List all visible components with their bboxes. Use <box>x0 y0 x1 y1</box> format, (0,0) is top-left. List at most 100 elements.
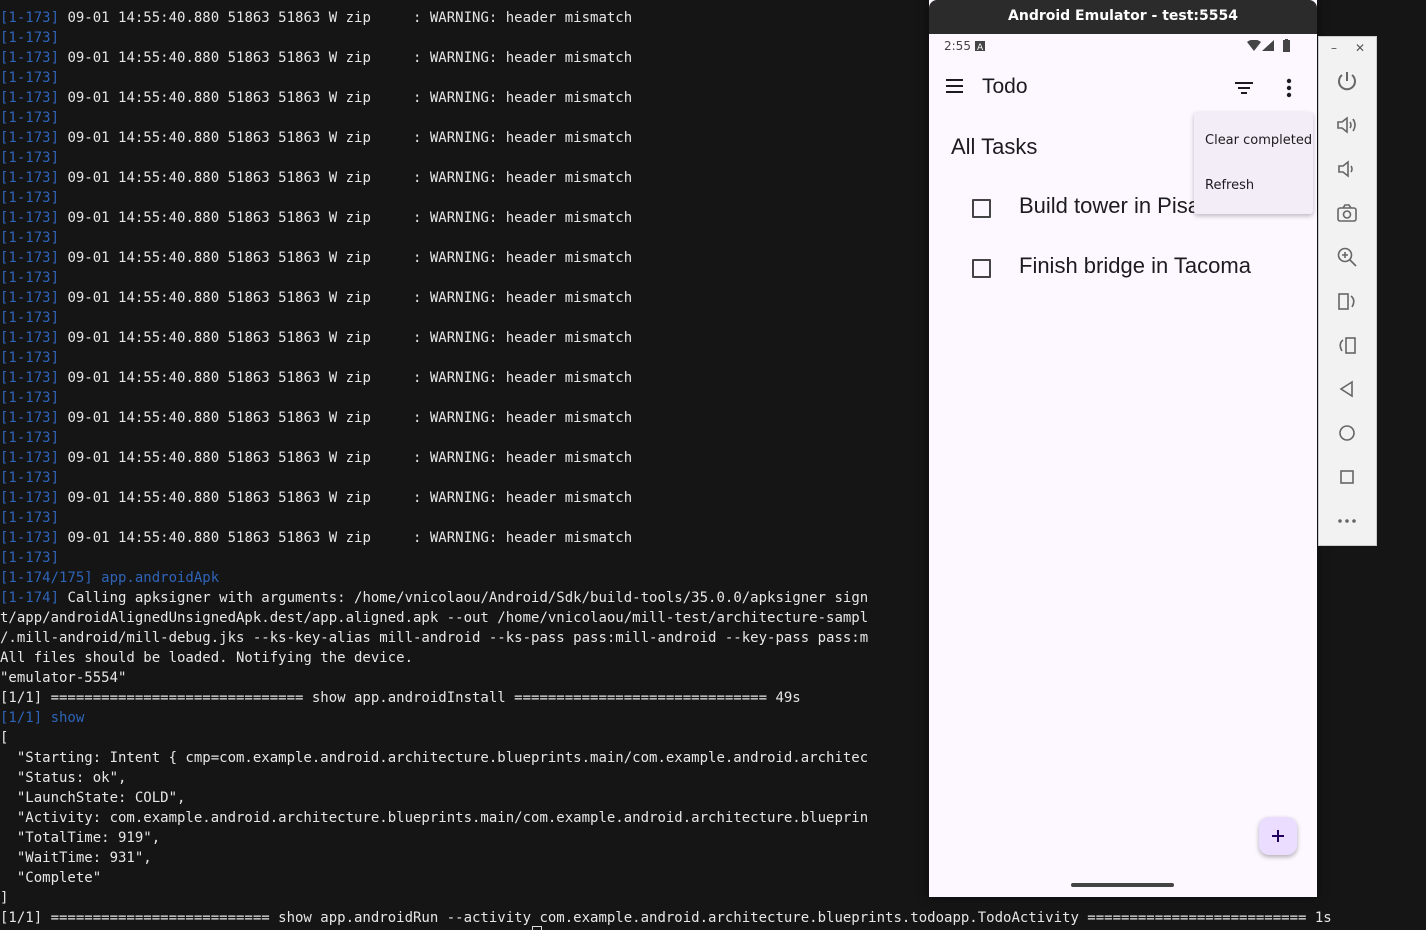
log-text: "Complete" <box>0 870 102 886</box>
add-task-button[interactable] <box>1259 817 1297 855</box>
log-text: 09-01 14:55:40.880 51863 51863 W zip : W… <box>59 90 633 106</box>
task-label: Build tower in Pisa <box>1019 193 1200 218</box>
minimize-button[interactable]: – <box>1331 41 1337 55</box>
terminal-line: [1/1] ========================== show ap… <box>0 908 1426 928</box>
signal-icon <box>1262 40 1274 51</box>
task-prefix: [1-173] <box>0 530 60 546</box>
task-prefix: [1-173] <box>0 50 60 66</box>
task-checkbox[interactable] <box>972 199 991 218</box>
rotate-right-icon[interactable] <box>1335 333 1359 357</box>
task-prefix: [1-173] <box>0 170 60 186</box>
task-label: Finish bridge in Tacoma <box>1019 253 1251 278</box>
overflow-menu: Clear completed Refresh <box>1194 112 1313 214</box>
task-prefix: [1-173] <box>0 270 60 286</box>
camera-icon[interactable] <box>1335 201 1359 225</box>
task-prefix: [1-173] <box>0 90 60 106</box>
log-text: ] <box>0 890 9 906</box>
filter-icon[interactable] <box>1234 80 1254 96</box>
task-prefix: [1-174/175] app.androidApk <box>0 570 220 586</box>
home-icon[interactable] <box>1335 421 1359 445</box>
log-text: 09-01 14:55:40.880 51863 51863 W zip : W… <box>59 530 633 546</box>
log-text: "LaunchState: COLD", <box>0 790 186 806</box>
task-prefix: [1-173] <box>0 470 60 486</box>
task-prefix: [1-174] <box>0 590 60 606</box>
task-prefix: [1-173] <box>0 450 60 466</box>
log-text: 09-01 14:55:40.880 51863 51863 W zip : W… <box>59 250 633 266</box>
status-time: 2:55 <box>944 39 971 53</box>
text-cursor <box>532 926 542 930</box>
task-prefix: [1-173] <box>0 310 60 326</box>
close-button[interactable]: ✕ <box>1355 41 1365 55</box>
task-prefix: [1-173] <box>0 410 60 426</box>
log-text: 09-01 14:55:40.880 51863 51863 W zip : W… <box>59 370 633 386</box>
task-prefix: [1-173] <box>0 550 60 566</box>
log-text: "Starting: Intent { cmp=com.example.andr… <box>0 750 869 766</box>
log-text: 09-01 14:55:40.880 51863 51863 W zip : W… <box>59 170 633 186</box>
task-prefix: [1-173] <box>0 30 60 46</box>
task-prefix: [1-173] <box>0 110 60 126</box>
plus-icon <box>1272 830 1284 842</box>
status-bar: 2:55 A <box>929 34 1317 58</box>
volume-down-icon[interactable] <box>1335 157 1359 181</box>
task-prefix: [1/1] show <box>0 710 85 726</box>
gesture-nav-handle[interactable] <box>1071 883 1174 887</box>
log-text: 09-01 14:55:40.880 51863 51863 W zip : W… <box>59 330 633 346</box>
zoom-icon[interactable] <box>1335 245 1359 269</box>
log-text: 09-01 14:55:40.880 51863 51863 W zip : W… <box>59 290 633 306</box>
task-prefix: [1-173] <box>0 290 60 306</box>
log-text: "emulator-5554" <box>0 670 127 686</box>
menu-item-clear-completed[interactable]: Clear completed <box>1205 133 1312 148</box>
log-text: 09-01 14:55:40.880 51863 51863 W zip : W… <box>59 10 633 26</box>
task-prefix: [1-173] <box>0 390 60 406</box>
task-row[interactable]: Finish bridge in Tacoma <box>929 240 1317 296</box>
task-checkbox[interactable] <box>972 259 991 278</box>
log-text: 09-01 14:55:40.880 51863 51863 W zip : W… <box>59 50 633 66</box>
task-prefix: [1-173] <box>0 130 60 146</box>
power-icon[interactable] <box>1335 69 1359 93</box>
menu-item-refresh[interactable]: Refresh <box>1205 178 1254 193</box>
log-text: 09-01 14:55:40.880 51863 51863 W zip : W… <box>59 210 633 226</box>
menu-icon[interactable] <box>945 78 965 94</box>
notification-icon: A <box>975 41 985 51</box>
task-prefix: [1-173] <box>0 210 60 226</box>
volume-up-icon[interactable] <box>1335 113 1359 137</box>
svg-text:A: A <box>977 43 984 51</box>
log-text: "WaitTime: 931", <box>0 850 152 866</box>
emulator-toolbar: – ✕ <box>1318 36 1377 546</box>
app-title: Todo <box>982 75 1028 98</box>
task-prefix: [1-173] <box>0 190 60 206</box>
log-text: "Status: ok", <box>0 770 127 786</box>
task-prefix: [1-173] <box>0 330 60 346</box>
rotate-left-icon[interactable] <box>1335 289 1359 313</box>
task-prefix: [1-173] <box>0 430 60 446</box>
log-text: [1/1] ============================== sho… <box>0 690 801 706</box>
emulator-title: Android Emulator - test:5554 <box>929 0 1317 34</box>
battery-icon <box>1283 39 1290 52</box>
back-icon[interactable] <box>1335 377 1359 401</box>
task-prefix: [1-173] <box>0 350 60 366</box>
emulator-window[interactable]: Android Emulator - test:5554 2:55 A Todo <box>929 0 1317 897</box>
log-text: 09-01 14:55:40.880 51863 51863 W zip : W… <box>59 410 633 426</box>
log-text: [ <box>0 730 9 746</box>
task-prefix: [1-173] <box>0 150 60 166</box>
log-text: 09-01 14:55:40.880 51863 51863 W zip : W… <box>59 130 633 146</box>
log-text: "Activity: com.example.android.architect… <box>0 810 869 826</box>
task-prefix: [1-173] <box>0 250 60 266</box>
task-prefix: [1-173] <box>0 510 60 526</box>
task-prefix: [1-173] <box>0 370 60 386</box>
task-prefix: [1-173] <box>0 490 60 506</box>
log-text: 09-01 14:55:40.880 51863 51863 W zip : W… <box>59 490 633 506</box>
more-vert-icon[interactable] <box>1285 77 1293 99</box>
app-bar: Todo <box>929 58 1317 118</box>
wifi-icon <box>1247 40 1261 51</box>
log-text: "TotalTime: 919", <box>0 830 161 846</box>
log-text: All files should be loaded. Notifying th… <box>0 650 414 666</box>
task-prefix: [1-173] <box>0 70 60 86</box>
log-text: /.mill-android/mill-debug.jks --ks-key-a… <box>0 630 869 646</box>
log-text: [1/1] ========================== show ap… <box>0 910 1332 926</box>
more-icon[interactable] <box>1335 509 1359 533</box>
task-prefix: [1-173] <box>0 230 60 246</box>
section-title: All Tasks <box>951 134 1038 159</box>
task-prefix: [1-173] <box>0 10 60 26</box>
overview-icon[interactable] <box>1335 465 1359 489</box>
